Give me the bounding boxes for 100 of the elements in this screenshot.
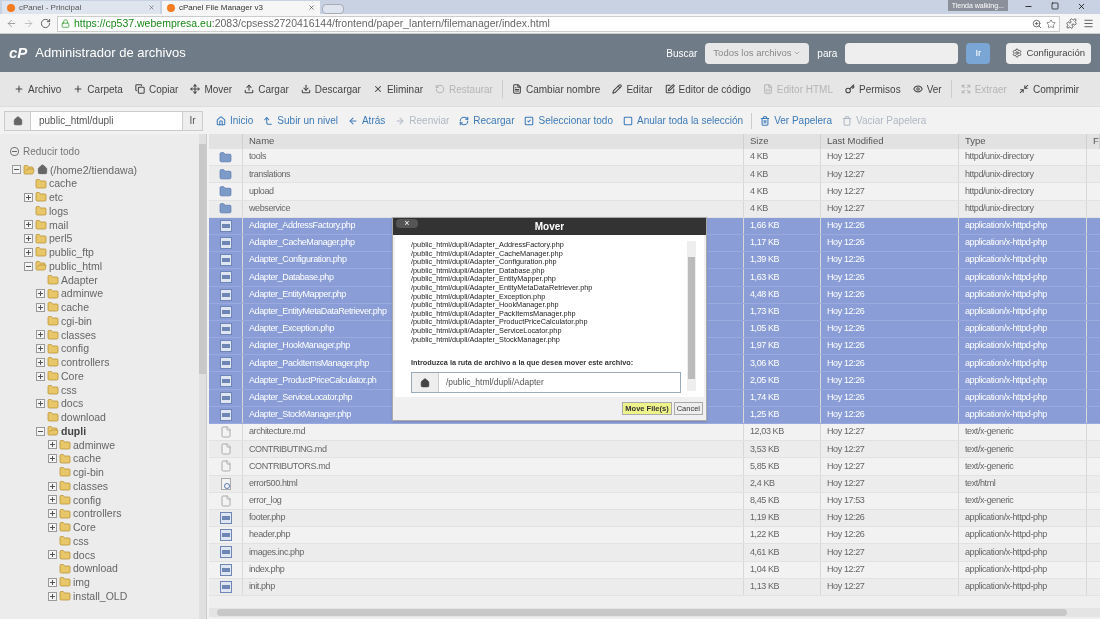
table-cell: 1,05 KB (744, 320, 821, 338)
table-cell: Hoy 12:27 (821, 475, 959, 492)
app-title: Administrador de archivos (35, 44, 186, 63)
table-cell: application/x-httpd-php (959, 320, 1087, 338)
table-cell: error_log (243, 492, 744, 509)
table-cell: Hoy 12:26 (821, 372, 959, 389)
table-cell: Hoy 12:26 (821, 286, 959, 303)
table-cell: Hoy 12:27 (821, 200, 959, 217)
table-cell: Hoy 12:27 (821, 441, 959, 458)
for-label: para (817, 46, 838, 61)
table-cell: Hoy 12:27 (821, 166, 959, 183)
table-cell: application/x-httpd-php (959, 303, 1087, 320)
table-cell: 4 KB (744, 166, 821, 183)
table-cell: application/x-httpd-php (959, 527, 1087, 544)
table-cell: architecture.md (243, 424, 744, 441)
table-cell: application/x-httpd-php (959, 252, 1087, 269)
table-cell: 3,06 KB (744, 355, 821, 372)
table-cell: Hoy 17:53 (821, 492, 959, 509)
table-cell: application/x-httpd-php (959, 234, 1087, 252)
table-cell: header.php (243, 527, 744, 544)
table-cell: 8,45 KB (744, 492, 821, 509)
table-cell: 4,61 KB (744, 544, 821, 561)
tab-title: cPanel - Principal (19, 1, 83, 14)
table-cell: Hoy 12:26 (821, 217, 959, 234)
table-cell: application/x-httpd-php (959, 406, 1087, 423)
table-cell: 1,63 KB (744, 269, 821, 286)
table-cell: index.php (243, 561, 744, 578)
table-cell: text/x-generic (959, 424, 1087, 441)
table-cell: 1,17 KB (744, 234, 821, 252)
table-cell: application/x-httpd-php (959, 561, 1087, 578)
table-cell: application/x-httpd-php (959, 544, 1087, 561)
table-cell: Hoy 12:26 (821, 527, 959, 544)
table-cell: Hoy 12:26 (821, 338, 959, 355)
table-cell: 4 KB (744, 200, 821, 217)
table-cell: 1,66 KB (744, 217, 821, 234)
url-text: https://cp537.webempresa.eu:2083/cpsess2720416144/frontend/paper_lantern/filemanager/index.html (74, 15, 550, 31)
table-cell: Hoy 12:26 (821, 320, 959, 338)
table-cell: footer.php (243, 509, 744, 527)
table-cell: 1,04 KB (744, 561, 821, 578)
table-cell: CONTRIBUTORS.md (243, 458, 744, 475)
table-cell: httpd/unix-directory (959, 149, 1087, 166)
table-cell: application/x-httpd-php (959, 269, 1087, 286)
table-cell: webservice (243, 200, 744, 217)
table-cell: 4 KB (744, 183, 821, 200)
table-cell: upload (243, 183, 744, 200)
table-cell: Hoy 12:26 (821, 269, 959, 286)
table-cell: application/x-httpd-php (959, 509, 1087, 527)
table-cell: Hoy 12:27 (821, 149, 959, 166)
table-cell: 3,53 KB (744, 441, 821, 458)
table-cell: 2,4 KB (744, 475, 821, 492)
table-cell: images.inc.php (243, 544, 744, 561)
table-cell: 1,22 KB (744, 527, 821, 544)
table-cell: application/x-httpd-php (959, 578, 1087, 595)
table-cell: text/x-generic (959, 441, 1087, 458)
table-cell: text/html (959, 475, 1087, 492)
search-label: Buscar (666, 46, 698, 61)
table-cell: error500.html (243, 475, 744, 492)
table-cell: application/x-httpd-php (959, 372, 1087, 389)
table-cell: Hoy 12:27 (821, 183, 959, 200)
table-cell: 1,97 KB (744, 338, 821, 355)
table-cell: translations (243, 166, 744, 183)
table-cell: 12,03 KB (744, 424, 821, 441)
table-cell: application/x-httpd-php (959, 355, 1087, 372)
table-cell: Hoy 12:27 (821, 424, 959, 441)
table-cell: application/x-httpd-php (959, 338, 1087, 355)
table-cell: 1,74 KB (744, 389, 821, 406)
table-cell: 4,48 KB (744, 286, 821, 303)
tab-title: cPanel File Manager v3 (179, 1, 265, 14)
table-cell: httpd/unix-directory (959, 183, 1087, 200)
table-cell: Hoy 12:27 (821, 544, 959, 561)
cpanel-logo: cP (9, 42, 28, 63)
table-cell: 5,85 KB (744, 458, 821, 475)
table-cell: Hoy 12:27 (821, 561, 959, 578)
table-cell: application/x-httpd-php (959, 286, 1087, 303)
table-cell: Hoy 12:26 (821, 252, 959, 269)
table-cell: tools (243, 149, 744, 166)
table-cell: init.php (243, 578, 744, 595)
table-cell: text/x-generic (959, 458, 1087, 475)
table-cell: httpd/unix-directory (959, 200, 1087, 217)
table-cell: Hoy 12:27 (821, 458, 959, 475)
table-cell: 1,39 KB (744, 252, 821, 269)
table-cell: 4 KB (744, 149, 821, 166)
table-cell: httpd/unix-directory (959, 166, 1087, 183)
table-cell: Hoy 12:26 (821, 389, 959, 406)
table-cell: 1,73 KB (744, 303, 821, 320)
table-cell: application/x-httpd-php (959, 217, 1087, 234)
table-cell: Hoy 12:26 (821, 355, 959, 372)
table-cell: Hoy 12:26 (821, 234, 959, 252)
table-cell: 1,25 KB (744, 406, 821, 423)
table-cell: 1,13 KB (744, 578, 821, 595)
table-cell: 1,19 KB (744, 509, 821, 527)
path-value: public_html/dupli (31, 111, 182, 130)
table-cell: 2,05 KB (744, 372, 821, 389)
table-cell: application/x-httpd-php (959, 389, 1087, 406)
table-cell: Hoy 12:26 (821, 303, 959, 320)
table-cell: Hoy 12:27 (821, 578, 959, 595)
dialog-title: Mover (534, 220, 565, 234)
table-cell: Hoy 12:26 (821, 406, 959, 423)
table-cell: text/x-generic (959, 492, 1087, 509)
table-cell: Hoy 12:26 (821, 509, 959, 527)
